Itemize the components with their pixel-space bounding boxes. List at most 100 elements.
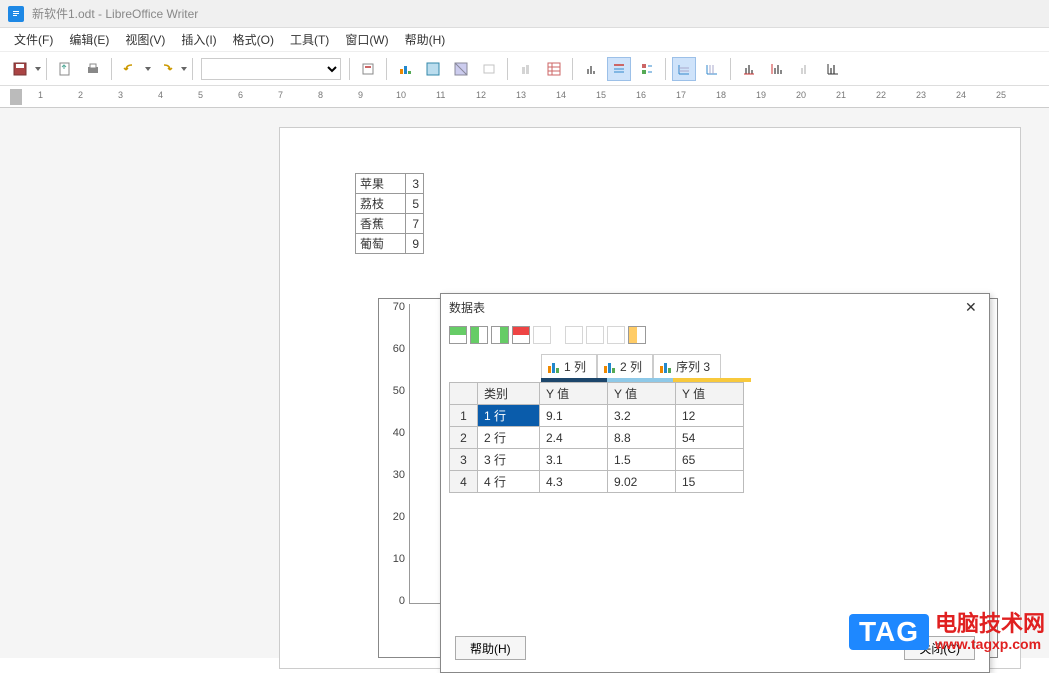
insert-row-icon[interactable]	[449, 326, 467, 344]
menu-insert[interactable]: 插入(I)	[173, 29, 224, 50]
close-icon[interactable]: ✕	[965, 299, 981, 315]
redo-icon[interactable]	[154, 57, 178, 81]
y-tick: 70	[393, 301, 405, 313]
titles-toggle-icon[interactable]	[607, 57, 631, 81]
col-header[interactable]: Y 值	[540, 383, 608, 405]
chart-type-icon[interactable]	[393, 57, 417, 81]
ruler-tick: 8	[318, 90, 323, 100]
inline-table[interactable]: 苹果3 荔枝5 香蕉7 葡萄9	[355, 173, 424, 254]
y-tick: 0	[399, 595, 405, 607]
dropdown-icon[interactable]	[144, 61, 152, 77]
window-title: 新软件1.odt - LibreOffice Writer	[32, 5, 198, 22]
hgrid-icon[interactable]	[672, 57, 696, 81]
series-tab[interactable]: 序列 3	[653, 354, 721, 378]
chart-wall-icon[interactable]	[449, 57, 473, 81]
ruler-tick: 21	[836, 90, 846, 100]
separator	[111, 58, 112, 80]
ruler-tick: 22	[876, 90, 886, 100]
ruler-tick: 17	[676, 90, 686, 100]
watermark-tag: TAG	[849, 614, 929, 650]
ruler-tick: 14	[556, 90, 566, 100]
menu-bar: 文件(F) 编辑(E) 视图(V) 插入(I) 格式(O) 工具(T) 窗口(W…	[0, 28, 1049, 52]
x-axis-icon[interactable]	[737, 57, 761, 81]
dropdown-icon[interactable]	[180, 61, 188, 77]
data-grid[interactable]: 类别 Y 值 Y 值 Y 值 1 1 行 9.1 3.2 12 2 2 行 2.…	[449, 382, 744, 493]
separator	[386, 58, 387, 80]
separator	[507, 58, 508, 80]
y-tick: 10	[393, 553, 405, 565]
title-bar: 新软件1.odt - LibreOffice Writer	[0, 0, 1049, 28]
ruler-tick: 10	[396, 90, 406, 100]
menu-tools[interactable]: 工具(T)	[282, 29, 337, 50]
ruler-tick: 25	[996, 90, 1006, 100]
delete-row-icon[interactable]	[512, 326, 530, 344]
menu-file[interactable]: 文件(F)	[6, 29, 61, 50]
header-row: 类别 Y 值 Y 值 Y 值	[450, 383, 744, 405]
table-row: 2 2 行 2.4 8.8 54	[450, 427, 744, 449]
series-header: 1 列 2 列 序列 3	[441, 350, 989, 378]
ruler-tick: 16	[636, 90, 646, 100]
ruler-tick: 2	[78, 90, 83, 100]
vgrid-icon[interactable]	[700, 57, 724, 81]
menu-format[interactable]: 格式(O)	[225, 29, 282, 50]
format-icon[interactable]	[356, 57, 380, 81]
series-tab[interactable]: 1 列	[541, 354, 597, 378]
insert-col-icon[interactable]	[470, 326, 488, 344]
undo-icon[interactable]	[118, 57, 142, 81]
series-tab[interactable]: 2 列	[597, 354, 653, 378]
data-table-icon[interactable]	[542, 57, 566, 81]
ruler-tick: 13	[516, 90, 526, 100]
y-axis-icon[interactable]	[765, 57, 789, 81]
chart-legend-icon[interactable]	[477, 57, 501, 81]
separator	[572, 58, 573, 80]
separator	[665, 58, 666, 80]
ruler-tick: 20	[796, 90, 806, 100]
ruler-tick: 9	[358, 90, 363, 100]
ruler-tick: 23	[916, 90, 926, 100]
col-header[interactable]: Y 值	[676, 383, 744, 405]
ruler-tick: 6	[238, 90, 243, 100]
ruler-tick: 11	[436, 90, 445, 100]
ruler-tick: 4	[158, 90, 163, 100]
bar-chart-icon	[602, 360, 616, 374]
chart-area-icon[interactable]	[421, 57, 445, 81]
style-combo[interactable]	[201, 58, 341, 80]
print-icon[interactable]	[81, 57, 105, 81]
menu-view[interactable]: 视图(V)	[117, 29, 173, 50]
save-icon[interactable]	[8, 57, 32, 81]
dialog-title: 数据表	[449, 299, 485, 316]
col-header[interactable]: Y 值	[608, 383, 676, 405]
ruler-tick: 24	[956, 90, 966, 100]
y-tick: 50	[393, 385, 405, 397]
menu-help[interactable]: 帮助(H)	[397, 29, 454, 50]
table-row: 荔枝5	[356, 194, 424, 214]
dropdown-icon[interactable]	[34, 61, 42, 77]
y-tick: 20	[393, 511, 405, 523]
ruler-tick: 15	[596, 90, 606, 100]
ruler-tick: 5	[198, 90, 203, 100]
chart-y-axis: 70 60 50 40 30 20 10 0	[379, 299, 407, 609]
bar-chart-icon	[546, 360, 560, 374]
legend-toggle-icon[interactable]	[635, 57, 659, 81]
delete-col-icon	[533, 326, 551, 344]
swap-col-icon[interactable]	[628, 326, 646, 344]
table-row: 苹果3	[356, 174, 424, 194]
dialog-titlebar[interactable]: 数据表 ✕	[441, 294, 989, 320]
cell-selected[interactable]: 1 行	[478, 405, 540, 427]
chart-layout1-icon[interactable]	[579, 57, 603, 81]
col-header[interactable]: 类别	[478, 383, 540, 405]
menu-edit[interactable]: 编辑(E)	[61, 29, 117, 50]
export-icon[interactable]	[53, 57, 77, 81]
ruler-tick: 18	[716, 90, 726, 100]
separator	[730, 58, 731, 80]
ruler-tick: 3	[118, 90, 123, 100]
z-axis-icon[interactable]	[793, 57, 817, 81]
menu-window[interactable]: 窗口(W)	[337, 29, 396, 50]
watermark-text: 电脑技术网 www.tagxp.com	[935, 612, 1045, 652]
chart-3d-icon[interactable]	[514, 57, 538, 81]
all-axes-icon[interactable]	[821, 57, 845, 81]
table-row: 葡萄9	[356, 234, 424, 254]
help-button[interactable]: 帮助(H)	[455, 636, 526, 660]
insert-text-col-icon[interactable]	[491, 326, 509, 344]
separator	[46, 58, 47, 80]
